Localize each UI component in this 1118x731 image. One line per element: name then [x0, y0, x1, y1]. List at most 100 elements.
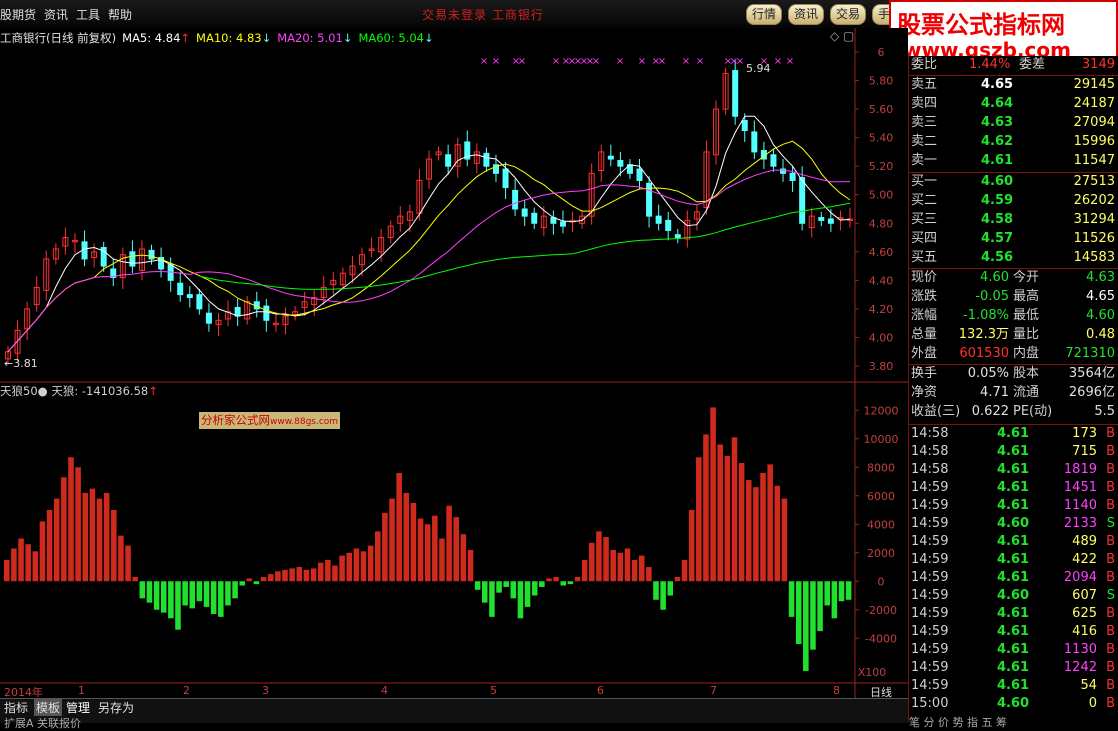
level-label: 卖一 — [911, 153, 938, 168]
level-price: 4.62 — [981, 134, 1014, 149]
candle-body — [186, 294, 193, 298]
tick-side: B — [1106, 426, 1115, 441]
stat-value: 2696亿 — [1068, 385, 1115, 400]
level-label: 卖四 — [911, 96, 938, 111]
candle-body — [655, 215, 662, 224]
indicator-bar — [703, 434, 709, 582]
candle-body — [674, 234, 681, 239]
level-price: 4.57 — [981, 231, 1014, 246]
tab-indicator[interactable]: 指标 — [4, 699, 28, 716]
indicator-bar — [460, 534, 467, 582]
indicator-tick-label: 10000 — [864, 433, 899, 446]
tick-price: 4.61 — [997, 462, 1030, 477]
down-arrow-icon: ↓ — [342, 31, 353, 45]
candle-body — [483, 152, 490, 167]
stat-label: PE(动) — [1013, 404, 1053, 419]
tick-price: 4.61 — [997, 480, 1030, 495]
tab-template[interactable]: 模板 — [34, 699, 63, 716]
indicator-bar — [339, 555, 345, 582]
x-tick: 8 — [833, 684, 840, 697]
tick-time: 14:59 — [911, 480, 949, 495]
signal-marker: × — [736, 56, 744, 67]
signal-marker: × — [658, 56, 666, 67]
level-price: 4.60 — [981, 174, 1014, 189]
indicator-bar — [296, 567, 303, 582]
level-volume: 27094 — [1073, 115, 1115, 130]
tick-row: 14:59 4.61 489 B — [909, 533, 1118, 551]
indicator-bar — [638, 555, 645, 582]
indicator-bar — [346, 552, 352, 582]
indicator-bar — [845, 581, 852, 600]
tab-save-as[interactable]: 另存为 — [98, 699, 134, 716]
detail-tabs[interactable]: 笔 分 价 势 指 五 筹 — [909, 714, 1118, 730]
kline-chart[interactable]: 6 5.80 5.60 5.40 5.20 5.00 4.80 4.60 4.40 4.20 4.0… — [0, 0, 908, 698]
indicator-bar — [218, 581, 224, 617]
indicator-bar — [160, 581, 167, 613]
down-arrow-icon: ↓ — [424, 31, 434, 45]
stat-label: 收益(三) — [911, 404, 961, 419]
stat-value: 601530 — [959, 346, 1009, 361]
tick-time: 14:59 — [911, 606, 949, 621]
indicator-tick-label: -2000 — [865, 604, 897, 617]
indicator-bar — [510, 581, 517, 599]
up-arrow-icon: ↑ — [148, 384, 158, 398]
down-arrow-icon: ↓ — [261, 31, 272, 45]
tick-price: 4.60 — [997, 516, 1030, 531]
indicator-bar — [503, 581, 509, 587]
indicator-bar — [61, 477, 67, 582]
indicator-tick-label: -4000 — [865, 632, 897, 645]
indicator-tick-label: 2000 — [867, 547, 895, 560]
indicator-bar — [453, 517, 460, 582]
level-volume: 14583 — [1073, 250, 1115, 265]
indicator-bar — [753, 487, 759, 582]
indicator-bar — [738, 462, 745, 582]
stat-label: 股本 — [1013, 366, 1040, 381]
indicator-bar — [325, 559, 331, 582]
stat-label: 总量 — [911, 327, 938, 342]
stat-row: 收益(三) 0.622 PE(动) 5.5 — [909, 403, 1118, 421]
tick-time: 14:58 — [911, 444, 949, 459]
tick-price: 4.60 — [997, 588, 1030, 603]
candle-body — [521, 208, 528, 217]
indicator-bar — [25, 544, 31, 582]
ma5-label: MA5: 4.84 — [122, 31, 181, 45]
stock-title: 工商银行(日线 前复权) — [0, 31, 117, 45]
indicator-bar — [603, 537, 609, 582]
buy-level: 买三 4.58 31294 — [909, 211, 1118, 229]
chart-options-icon[interactable]: ◇ ▢ — [830, 29, 854, 43]
tick-volume: 1140 — [1063, 498, 1097, 513]
price-tick-label: 5.80 — [869, 75, 894, 88]
sell-level: 卖五 4.65 29145 — [909, 76, 1118, 94]
tick-row: 14:59 4.61 54 B — [909, 677, 1118, 695]
tick-side: B — [1106, 642, 1115, 657]
stat-value: -1.08% — [963, 308, 1009, 323]
stat-value: 0.622 — [971, 404, 1009, 419]
bottom-row2[interactable]: 扩展A 关联报价 — [4, 715, 81, 731]
indicator-bar — [246, 578, 253, 582]
candle-body — [799, 177, 806, 224]
level-volume: 11526 — [1073, 231, 1115, 246]
indicator-bar — [82, 492, 89, 582]
indicator-tick-label: 4000 — [867, 518, 895, 531]
buy-level: 买五 4.56 14583 — [909, 249, 1118, 267]
watermark-title: 股票公式指标网 — [897, 11, 1065, 39]
indicator-bar — [389, 498, 395, 582]
level-price: 4.63 — [981, 115, 1014, 130]
stat-value: 5.5 — [1094, 404, 1115, 419]
tick-row: 14:59 4.61 2094 B — [909, 569, 1118, 587]
signal-marker: × — [696, 56, 704, 67]
tick-side: B — [1106, 696, 1115, 711]
indicator-bar — [239, 581, 245, 586]
candle-body — [445, 154, 452, 167]
stat-label: 最低 — [1013, 308, 1040, 323]
indicator-bar — [596, 531, 602, 582]
signal-marker: × — [786, 56, 794, 67]
tick-volume: 489 — [1072, 534, 1097, 549]
indicator-bar — [681, 559, 688, 582]
candle-body — [665, 219, 672, 231]
sell-level: 卖三 4.63 27094 — [909, 114, 1118, 132]
tab-manage[interactable]: 管理 — [66, 699, 90, 716]
candle-body — [607, 155, 614, 160]
tick-side: B — [1106, 570, 1115, 585]
indicator-bar — [360, 551, 367, 582]
